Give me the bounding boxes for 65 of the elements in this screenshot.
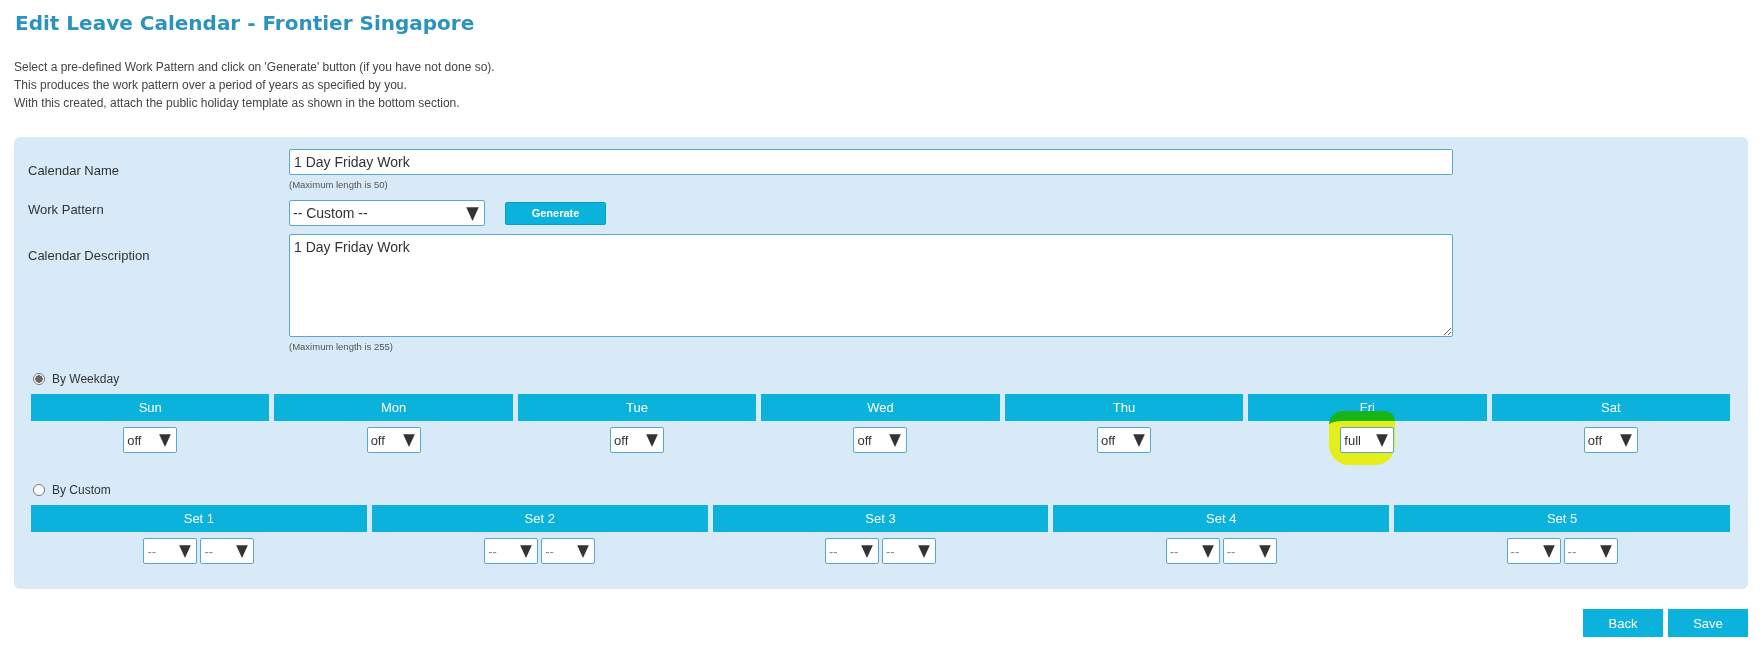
day-dropdown[interactable]: off xyxy=(1583,427,1638,453)
day-dropdown[interactable]: off xyxy=(610,427,665,453)
save-button[interactable]: Save xyxy=(1668,609,1748,637)
day-dropdown[interactable]: off xyxy=(1096,427,1151,453)
radio-button[interactable] xyxy=(33,373,45,385)
hint-text: (Maximum length is 50) xyxy=(289,179,389,190)
caret-icon xyxy=(861,544,873,558)
set-dropdown[interactable]: -- xyxy=(1222,538,1277,564)
caret-icon xyxy=(1619,433,1632,447)
set-dropdown[interactable]: -- xyxy=(825,538,879,564)
day-header: Tue xyxy=(517,394,757,421)
instruction-text: With this created, attach the public holiday template as shown in the bottom section. xyxy=(14,95,461,112)
caret-icon xyxy=(466,205,479,221)
instruction-text: This produces the work pattern over a period of years as specified by you. xyxy=(14,77,408,94)
set-header: Set 2 xyxy=(371,505,708,532)
caret-icon xyxy=(889,433,902,447)
set-header: Set 3 xyxy=(712,505,1049,532)
calendar-description-field[interactable]: 1 Day Friday Work xyxy=(289,234,1453,337)
day-header: Sat xyxy=(1491,394,1730,421)
radio-button[interactable] xyxy=(33,484,45,496)
set-header: Set 5 xyxy=(1394,505,1730,532)
set-dropdown[interactable]: -- xyxy=(1506,538,1561,564)
set-dropdown[interactable]: -- xyxy=(882,538,936,564)
caret-icon xyxy=(646,433,659,447)
caret-icon xyxy=(1132,433,1145,447)
day-header: Wed xyxy=(761,394,1000,421)
field-label: Calendar Description xyxy=(28,247,151,265)
caret-icon xyxy=(1542,544,1555,558)
caret-icon xyxy=(1599,544,1612,558)
set-dropdown[interactable]: -- xyxy=(143,538,198,564)
day-dropdown[interactable]: off xyxy=(123,427,178,453)
caret-icon xyxy=(236,544,249,558)
set-dropdown[interactable]: -- xyxy=(484,538,539,564)
caret-icon xyxy=(918,544,930,558)
caret-icon xyxy=(1258,544,1271,558)
day-header: Mon xyxy=(274,394,513,421)
set-dropdown[interactable]: -- xyxy=(1563,538,1618,564)
day-dropdown[interactable]: off xyxy=(853,427,908,453)
day-dropdown[interactable]: off xyxy=(366,427,421,453)
field-label: Work Pattern xyxy=(28,201,105,219)
caret-icon xyxy=(520,544,533,558)
caret-icon xyxy=(577,544,590,558)
caret-icon xyxy=(179,544,192,558)
set-dropdown[interactable]: -- xyxy=(200,538,255,564)
hint-text: (Maximum length is 255) xyxy=(289,341,394,352)
work-pattern-dropdown[interactable]: -- Custom -- xyxy=(289,200,485,226)
set-header: Set 1 xyxy=(31,505,367,532)
caret-icon xyxy=(402,433,415,447)
caret-icon xyxy=(1201,544,1214,558)
calendar-name-field[interactable]: 1 Day Friday Work xyxy=(289,149,1453,175)
radio-label: By Custom xyxy=(52,483,111,497)
page-title: Edit Leave Calendar - Frontier Singapore xyxy=(15,10,476,37)
generate-button[interactable]: Generate xyxy=(505,201,606,225)
field-label: Calendar Name xyxy=(28,162,121,180)
set-header: Set 4 xyxy=(1053,505,1390,532)
set-dropdown[interactable]: -- xyxy=(1165,538,1220,564)
caret-icon xyxy=(159,433,172,447)
day-dropdown[interactable]: full xyxy=(1340,427,1395,453)
day-header: Thu xyxy=(1004,394,1244,421)
set-dropdown[interactable]: -- xyxy=(541,538,596,564)
day-header: Sun xyxy=(31,394,270,421)
caret-icon xyxy=(1376,433,1389,447)
radio-label: By Weekday xyxy=(52,372,120,386)
instruction-text: Select a pre-defined Work Pattern and click on 'Generate' button (if you have not done so). xyxy=(14,59,496,76)
back-button[interactable]: Back xyxy=(1583,609,1663,637)
